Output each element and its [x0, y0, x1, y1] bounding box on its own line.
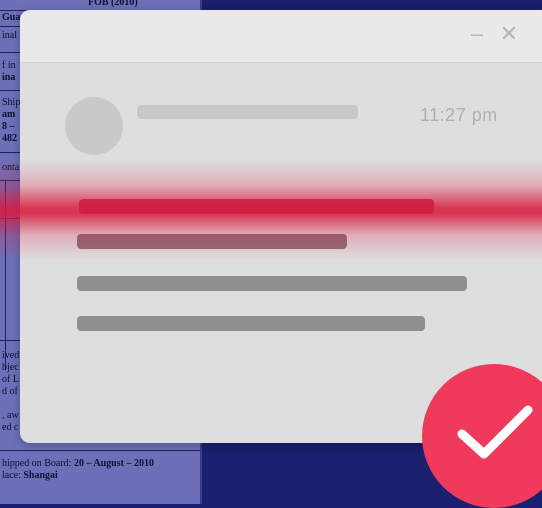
- doc-shipped-on-board: hipped on Board: 20 – August – 2010: [2, 458, 154, 469]
- doc-header: FOB (2010): [88, 0, 138, 8]
- doc-fragment: ived: [2, 350, 20, 361]
- sender-name-placeholder: [137, 105, 358, 119]
- doc-fragment: 482: [2, 133, 17, 144]
- doc-fragment: of L: [2, 374, 19, 385]
- doc-fragment: bjec: [2, 362, 19, 373]
- doc-fragment: onta: [2, 162, 20, 173]
- message-line-placeholder: [79, 199, 434, 214]
- doc-fragment: ed c: [2, 422, 19, 433]
- doc-fragment: inal: [2, 30, 17, 41]
- doc-place-value: Shangai: [23, 470, 58, 481]
- doc-fragment: f in: [2, 60, 16, 71]
- doc-place-label: lace:: [2, 470, 21, 481]
- checkmark-icon: [457, 405, 533, 459]
- doc-shipped-label: hipped on Board:: [2, 458, 72, 469]
- doc-shipped-value: 20 – August – 2010: [73, 458, 154, 469]
- message-line-placeholder: [77, 234, 347, 249]
- doc-fragment: am: [2, 109, 16, 120]
- message-time: 11:27 pm: [420, 105, 498, 125]
- doc-fragment: , aw: [2, 410, 19, 421]
- avatar: [65, 97, 123, 155]
- message-line-placeholder: [77, 276, 467, 291]
- doc-fragment: Ship: [2, 97, 21, 108]
- doc-vrule: [5, 180, 6, 370]
- close-icon[interactable]: ✕: [498, 23, 520, 45]
- doc-fragment: Gua: [2, 12, 21, 23]
- doc-fragment: d of: [2, 386, 18, 397]
- doc-fragment: 8 –: [2, 121, 15, 132]
- doc-place: lace: Shangai: [2, 470, 58, 481]
- doc-rule: [0, 450, 200, 451]
- doc-fragment: ina: [2, 72, 16, 83]
- message-line-placeholder: [77, 316, 425, 331]
- minimize-icon[interactable]: –: [466, 23, 488, 45]
- window-titlebar: – ✕: [20, 10, 542, 63]
